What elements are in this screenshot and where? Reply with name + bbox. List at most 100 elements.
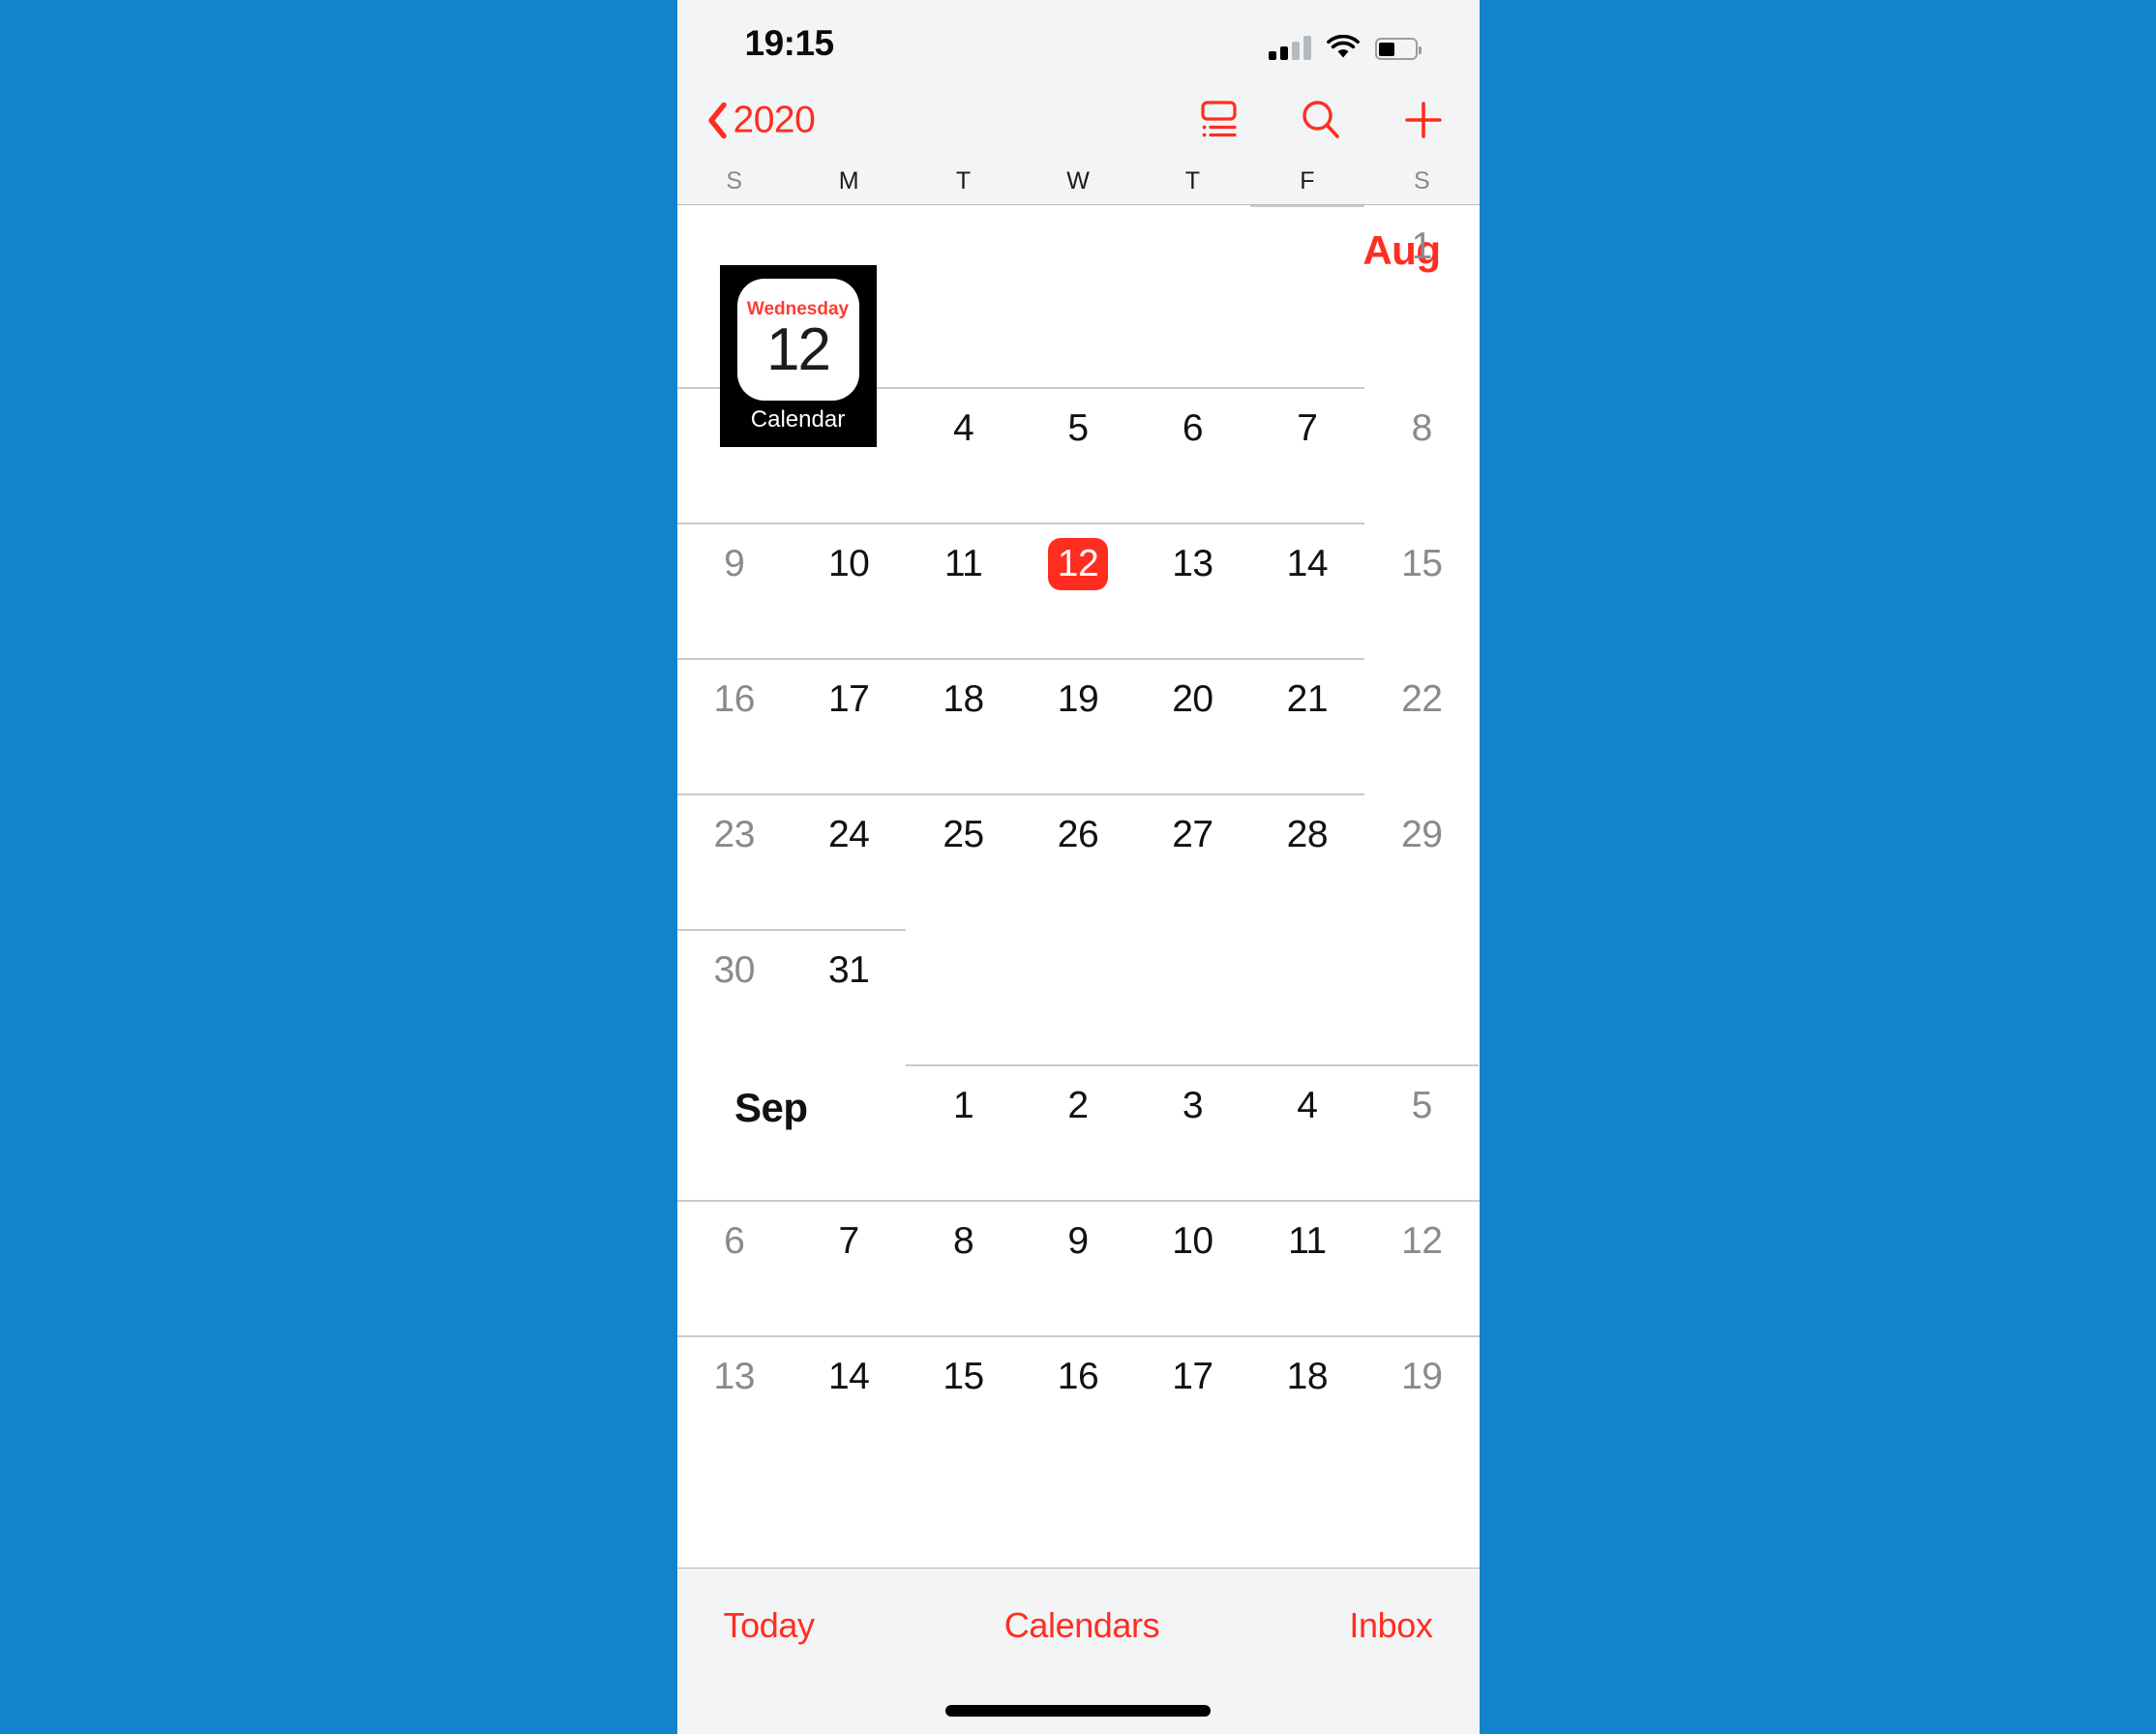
nav-bar: 2020 — [676, 81, 1480, 159]
week-row: 9 10 11 12 13 14 15 — [676, 523, 1480, 658]
day-cell[interactable]: 12 — [1364, 1200, 1479, 1335]
day-cell[interactable]: 2 — [1021, 1064, 1135, 1200]
day-cell[interactable]: 14 — [792, 1335, 906, 1471]
day-cell[interactable]: 27 — [1135, 793, 1249, 929]
app-icon-label: Calendar — [750, 406, 846, 433]
day-cell[interactable]: 9 — [677, 523, 792, 658]
day-number: 26 — [1057, 814, 1099, 855]
day-number: 6 — [1182, 407, 1204, 449]
day-cell[interactable]: 5 — [1364, 1064, 1479, 1200]
day-number: 11 — [1288, 1220, 1327, 1262]
day-number: 12 — [1401, 1220, 1443, 1262]
day-cell[interactable]: 21 — [1250, 658, 1364, 793]
day-cell[interactable]: 28 — [1250, 793, 1364, 929]
day-number: 19 — [1057, 678, 1099, 720]
day-cell[interactable]: 3 — [1135, 1064, 1249, 1200]
toolbar-items: Today Calendars Inbox — [677, 1569, 1480, 1646]
day-cell[interactable]: 18 — [906, 658, 1020, 793]
calendar-app-icon-overlay[interactable]: Wednesday 12 Calendar — [719, 265, 877, 447]
calendars-button[interactable]: Calendars — [1004, 1605, 1160, 1646]
day-cell[interactable]: 16 — [677, 658, 792, 793]
day-cell[interactable]: 1 — [906, 1064, 1020, 1200]
day-cell[interactable]: 17 — [792, 658, 906, 793]
back-to-year-button[interactable]: 2020 — [706, 102, 816, 139]
day-cell[interactable]: 31 — [792, 929, 906, 1064]
day-cell[interactable]: 7 — [792, 1200, 906, 1335]
day-number: 2 — [1067, 1085, 1089, 1126]
search-icon[interactable] — [1298, 97, 1344, 143]
day-cell-empty — [1250, 205, 1364, 387]
day-cell[interactable]: 19 — [1364, 1335, 1479, 1471]
status-indicators — [1268, 27, 1422, 60]
week-row: 30 31 — [676, 929, 1480, 1064]
day-cell[interactable]: 10 — [792, 523, 906, 658]
day-cell[interactable]: 6 — [1135, 387, 1249, 523]
day-cell[interactable]: 14 — [1250, 523, 1364, 658]
day-number: 27 — [1172, 814, 1213, 855]
day-number: 8 — [1411, 407, 1433, 449]
day-number: 15 — [943, 1356, 984, 1397]
inbox-button[interactable]: Inbox — [1349, 1605, 1432, 1646]
day-cell[interactable]: 8 — [1364, 387, 1479, 523]
day-number: 9 — [1067, 1220, 1089, 1262]
day-cell[interactable]: 18 — [1250, 1335, 1364, 1471]
day-view-icon[interactable] — [1195, 97, 1242, 143]
week-row: 13 14 15 16 17 18 19 — [676, 1335, 1480, 1471]
day-cell[interactable]: 11 — [906, 523, 1020, 658]
day-cell-empty — [1021, 205, 1135, 387]
weekday-label-3: W — [1066, 167, 1090, 194]
day-number: 3 — [1182, 1085, 1204, 1126]
day-cell[interactable]: 13 — [677, 1335, 792, 1471]
day-cell[interactable]: 6 — [677, 1200, 792, 1335]
day-cell[interactable]: 4 — [906, 387, 1020, 523]
day-cell[interactable]: 11 — [1250, 1200, 1364, 1335]
calendar-scroll-area[interactable]: Wednesday 12 Calendar Aug123456789101112… — [676, 205, 1480, 1568]
day-cell-empty — [906, 929, 1020, 1064]
day-number: 28 — [1286, 814, 1329, 855]
day-cell[interactable]: 25 — [906, 793, 1020, 929]
day-cell-empty — [1364, 929, 1479, 1064]
day-cell[interactable]: 8 — [906, 1200, 1020, 1335]
day-cell[interactable]: 1 — [1364, 205, 1479, 387]
day-cell[interactable]: 15 — [1364, 523, 1479, 658]
day-cell[interactable]: 16 — [1021, 1335, 1135, 1471]
day-cell[interactable]: 5 — [1021, 387, 1135, 523]
day-cell[interactable]: 15 — [906, 1335, 1020, 1471]
day-cell[interactable]: 30 — [677, 929, 792, 1064]
day-cell[interactable]: 24 — [792, 793, 906, 929]
wifi-icon — [1326, 35, 1360, 58]
weekday-label-4: T — [1184, 167, 1201, 194]
day-cell[interactable]: 4 — [1250, 1064, 1364, 1200]
day-cell[interactable]: 13 — [1135, 523, 1249, 658]
day-number: 1 — [952, 1085, 974, 1126]
day-number: 13 — [1172, 543, 1213, 584]
weekday-header: SMTWTFS — [676, 159, 1480, 205]
cellular-signal-icon — [1268, 35, 1311, 60]
calendar-app-icon-tile: Wednesday 12 — [736, 279, 859, 401]
day-cell[interactable]: 26 — [1021, 793, 1135, 929]
day-number: 7 — [838, 1220, 860, 1262]
day-cell[interactable]: 9 — [1021, 1200, 1135, 1335]
day-cell[interactable]: 12 — [1021, 523, 1135, 658]
day-cell[interactable]: 10 — [1135, 1200, 1249, 1335]
day-cell[interactable]: 20 — [1135, 658, 1249, 793]
day-cell[interactable]: 19 — [1021, 658, 1135, 793]
day-cell[interactable]: 22 — [1364, 658, 1479, 793]
selected-day-number: 12 — [1047, 538, 1109, 590]
week-row: 23 24 25 26 27 28 29 — [676, 793, 1480, 929]
day-cell[interactable]: 29 — [1364, 793, 1479, 929]
day-cell-empty — [1135, 929, 1249, 1064]
day-number: 18 — [1286, 1356, 1329, 1397]
day-number: 16 — [713, 678, 756, 720]
day-cell[interactable]: 17 — [1135, 1335, 1249, 1471]
day-number: 31 — [827, 949, 870, 991]
add-event-icon[interactable] — [1400, 97, 1447, 143]
home-indicator[interactable] — [945, 1705, 1211, 1717]
phone-screen: 19:15 2020 S M T W T F S Wednesday 12 Ca… — [676, 0, 1480, 1734]
day-cell[interactable]: 23 — [677, 793, 792, 929]
bottom-toolbar: Today Calendars Inbox — [676, 1568, 1480, 1734]
day-cell[interactable]: 7 — [1250, 387, 1364, 523]
today-button[interactable]: Today — [724, 1605, 815, 1646]
day-number: 21 — [1286, 678, 1329, 720]
battery-icon — [1374, 38, 1422, 60]
